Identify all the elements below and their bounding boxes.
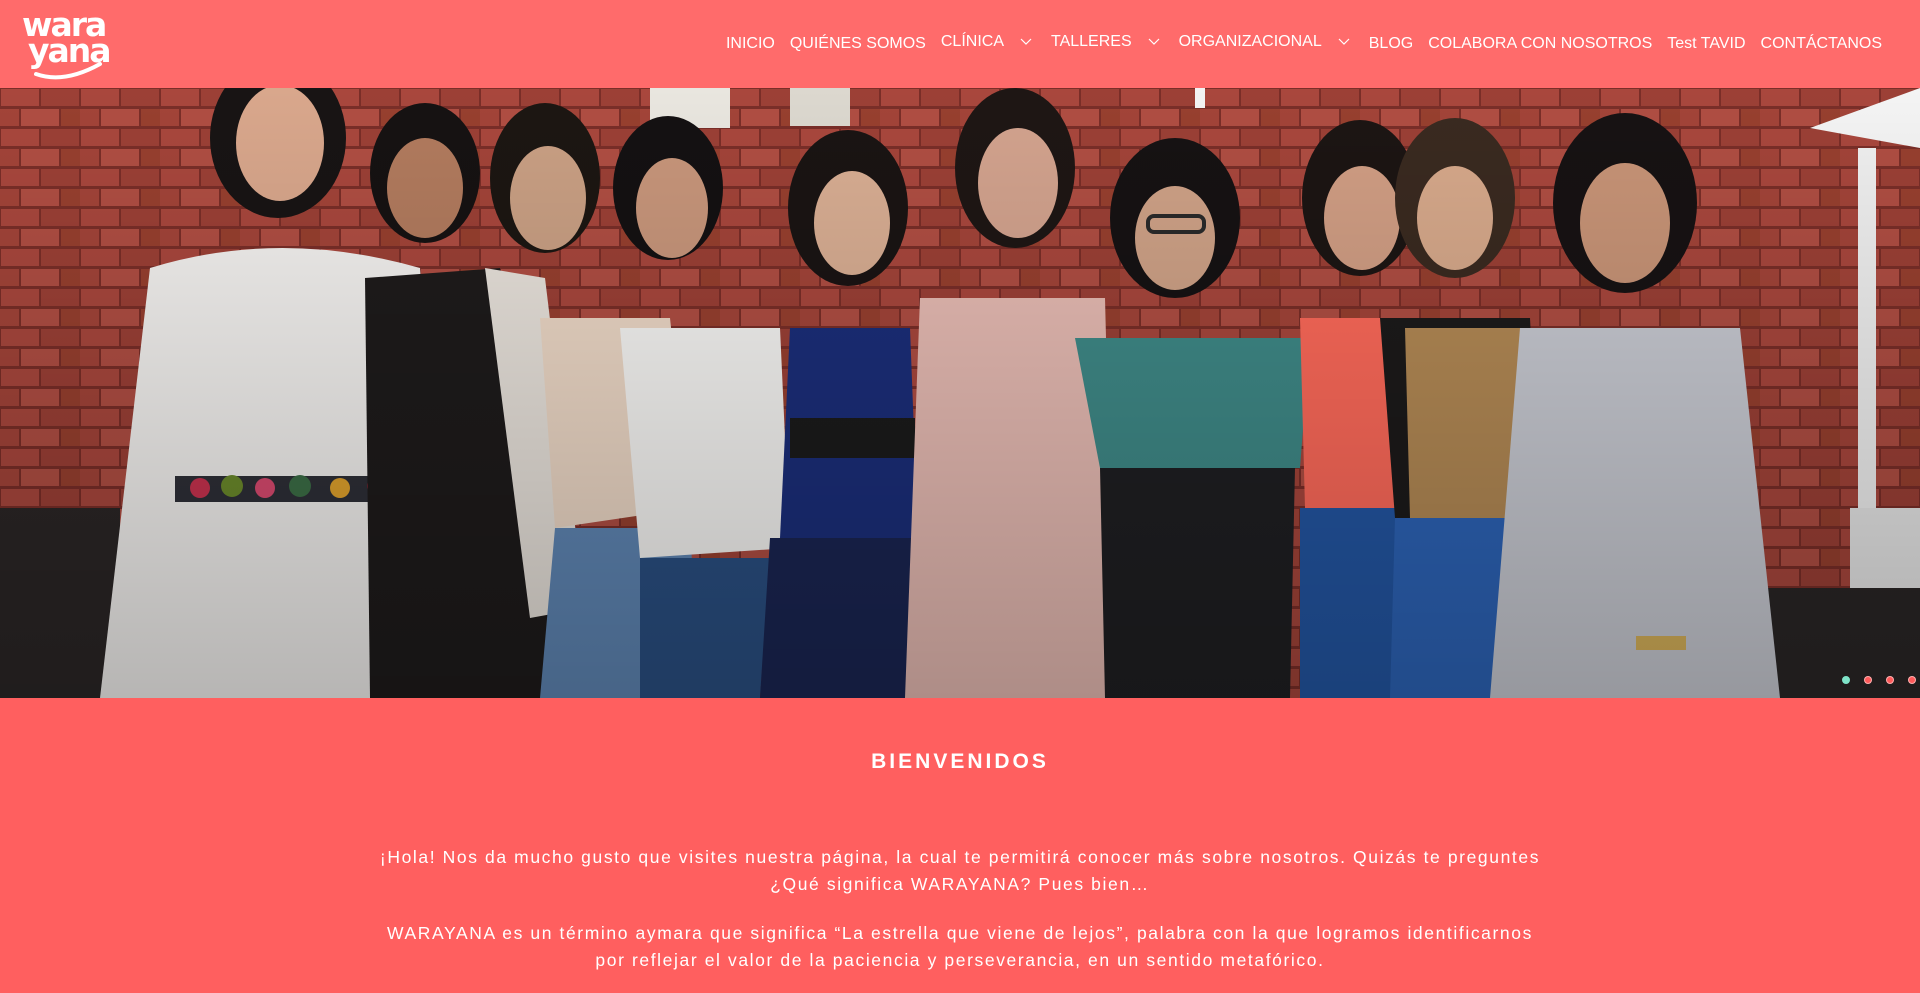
slider-dot-4[interactable] — [1908, 676, 1916, 684]
chevron-down-icon[interactable] — [1020, 38, 1032, 46]
slider-pagination — [1842, 676, 1920, 684]
welcome-paragraph-1: ¡Hola! Nos da mucho gusto que visites nu… — [379, 847, 1541, 894]
nav-label: TALLERES — [1050, 33, 1132, 50]
nav-item-blog[interactable]: BLOG — [1369, 30, 1413, 58]
nav-label: INICIO — [725, 35, 775, 52]
nav-item-quienes-somos[interactable]: QUIÉNES SOMOS — [790, 30, 926, 58]
warayana-logo[interactable]: wara yana — [20, 6, 124, 80]
nav-label: COLABORA CON NOSOTROS — [1428, 35, 1653, 52]
nav-item-clinica[interactable]: CLÍNICA — [941, 28, 1036, 56]
nav-label: Test TAVID — [1667, 35, 1746, 52]
main-nav: INICIO QUIÉNES SOMOS CLÍNICA TALLERES OR… — [726, 30, 1882, 58]
nav-item-colabora[interactable]: COLABORA CON NOSOTROS — [1428, 30, 1652, 58]
nav-item-contactanos[interactable]: CONTÁCTANOS — [1761, 30, 1882, 58]
welcome-section: BIENVENIDOS ¡Hola! Nos da mucho gusto qu… — [0, 698, 1920, 993]
chevron-down-icon[interactable] — [1148, 38, 1160, 46]
nav-label: CLÍNICA — [940, 33, 1004, 50]
nav-item-organizacional[interactable]: ORGANIZACIONAL — [1179, 28, 1354, 56]
team-photo — [0, 88, 1920, 698]
slider-dot-2[interactable] — [1864, 676, 1872, 684]
nav-item-test-tavid[interactable]: Test TAVID — [1667, 30, 1745, 58]
logo-swoosh-icon — [34, 62, 102, 80]
nav-item-talleres[interactable]: TALLERES — [1051, 28, 1164, 56]
chevron-down-icon[interactable] — [1338, 38, 1350, 46]
nav-label: CONTÁCTANOS — [1760, 35, 1882, 52]
nav-item-inicio[interactable]: INICIO — [726, 30, 775, 58]
nav-label: BLOG — [1368, 35, 1414, 52]
site-header: wara yana INICIO QUIÉNES SOMOS CLÍNICA T… — [0, 0, 1920, 88]
nav-label: QUIÉNES SOMOS — [789, 35, 926, 52]
hero-slider[interactable] — [0, 88, 1920, 698]
slider-dot-3[interactable] — [1886, 676, 1894, 684]
welcome-paragraph-2: WARAYANA es un término aymara que signif… — [387, 923, 1533, 970]
slider-dot-1[interactable] — [1842, 676, 1850, 684]
nav-label: ORGANIZACIONAL — [1178, 33, 1322, 50]
welcome-title: BIENVENIDOS — [871, 750, 1049, 773]
